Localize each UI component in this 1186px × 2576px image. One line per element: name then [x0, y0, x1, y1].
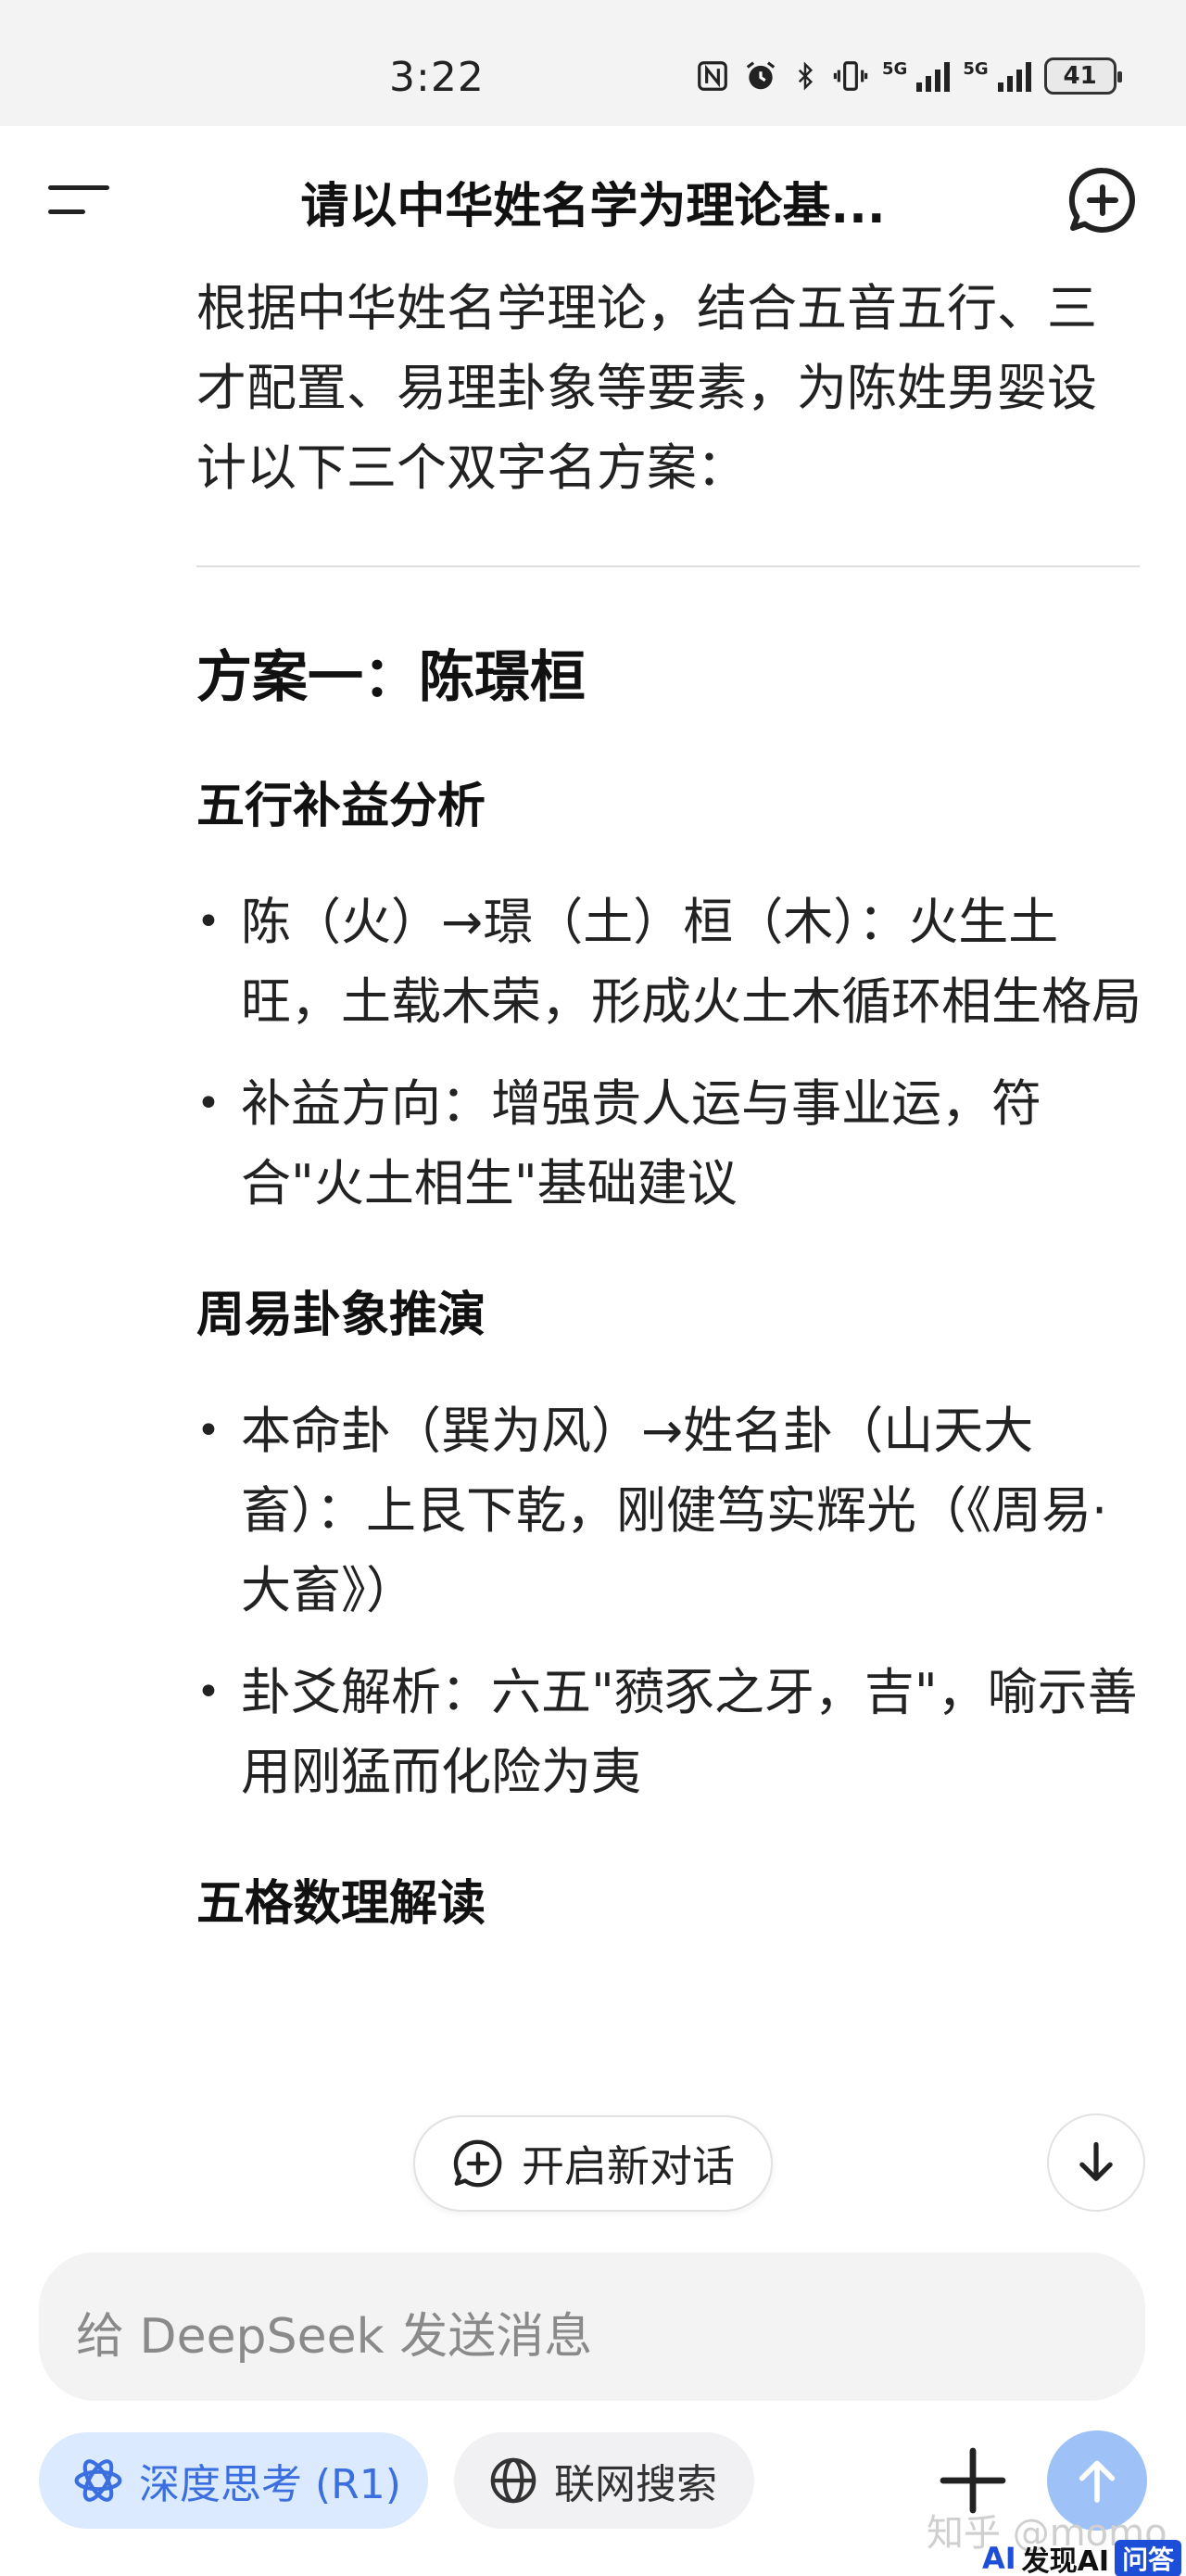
- brand-name: 发现AI: [1021, 2545, 1110, 2576]
- battery-icon: 41: [1043, 57, 1122, 95]
- message-input-placeholder: 给 DeepSeek 发送消息: [76, 2309, 593, 2365]
- alarm-icon: [746, 61, 776, 90]
- battery-level: 41: [1063, 62, 1097, 90]
- vibrate-icon: [833, 61, 868, 91]
- new-chat-button[interactable]: 开启新对话: [413, 2115, 773, 2212]
- bullet-list: 陈（火）→璟（土）桓（木）：火生土旺，土载木荣，形成火土木循环相生格局 补益方向…: [196, 882, 1142, 1224]
- section-heading: 周易卦象推演: [196, 1288, 486, 1343]
- plan-title: 方案一：陈璟桓: [196, 645, 586, 710]
- deep-think-button[interactable]: 深度思考 (R1): [39, 2432, 428, 2529]
- brand-logo: AI: [982, 2541, 1016, 2576]
- arrow-down-icon: [1079, 2141, 1113, 2181]
- chat-header: 请以中华姓名学为理论基...: [0, 126, 1186, 265]
- network-type-1: 5G: [882, 59, 908, 79]
- arrow-up-icon: [1079, 2460, 1116, 2503]
- brand-tag: 问答: [1115, 2540, 1182, 2576]
- nfc-icon: [698, 61, 727, 91]
- intro-paragraph: 根据中华姓名学理论，结合五音五行、三才配置、易理卦象等要素，为陈姓男婴设计以下三…: [196, 279, 1097, 497]
- network-type-2: 5G: [963, 59, 989, 79]
- new-chat-icon: [453, 2139, 502, 2188]
- divider: [196, 565, 1140, 567]
- status-icons: 5G 5G 41: [695, 57, 1122, 95]
- scroll-down-button[interactable]: [1047, 2113, 1145, 2212]
- globe-icon: [490, 2457, 536, 2504]
- section-heading: 五行补益分析: [196, 779, 486, 834]
- atom-icon: [74, 2459, 122, 2502]
- bullet-list: 本命卦（巽为风）→姓名卦（山天大畜）：上艮下乾，刚健笃实辉光（《周易·大畜》） …: [196, 1391, 1142, 1812]
- deep-think-label: 深度思考 (R1): [139, 2461, 401, 2508]
- message-input[interactable]: 给 DeepSeek 发送消息: [39, 2252, 1145, 2401]
- new-chat-label: 开启新对话: [522, 2141, 735, 2191]
- chat-title: 请以中华姓名学为理论基...: [300, 179, 886, 235]
- web-search-label: 联网搜索: [554, 2461, 717, 2508]
- section-heading: 五格数理解读: [196, 1876, 486, 1932]
- bluetooth-icon: [798, 61, 814, 91]
- list-item: 本命卦（巽为风）→姓名卦（山天大畜）：上艮下乾，刚健笃实辉光（《周易·大畜》）: [196, 1391, 1142, 1631]
- menu-icon[interactable]: [48, 180, 113, 217]
- web-search-button[interactable]: 联网搜索: [454, 2432, 754, 2529]
- status-time: 3:22: [389, 54, 485, 101]
- signal-icon-2: [997, 60, 1031, 92]
- new-chat-icon[interactable]: [1066, 163, 1140, 237]
- assistant-message: 根据中华姓名学理论，结合五音五行、三才配置、易理卦象等要素，为陈姓男婴设计以下三…: [196, 269, 1142, 1934]
- list-item: 陈（火）→璟（土）桓（木）：火生土旺，土载木荣，形成火土木循环相生格局: [196, 882, 1142, 1042]
- brand-watermark: AI 发现AI 问答: [982, 2538, 1182, 2576]
- status-bar: 3:22 5G 5G 41: [0, 0, 1186, 126]
- list-item: 补益方向：增强贵人运与事业运，符合"火土相生"基础建议: [196, 1064, 1142, 1224]
- list-item: 卦爻解析：六五"豮豕之牙，吉"，喻示善用刚猛而化险为夷: [196, 1653, 1142, 1812]
- signal-icon-1: [916, 60, 951, 92]
